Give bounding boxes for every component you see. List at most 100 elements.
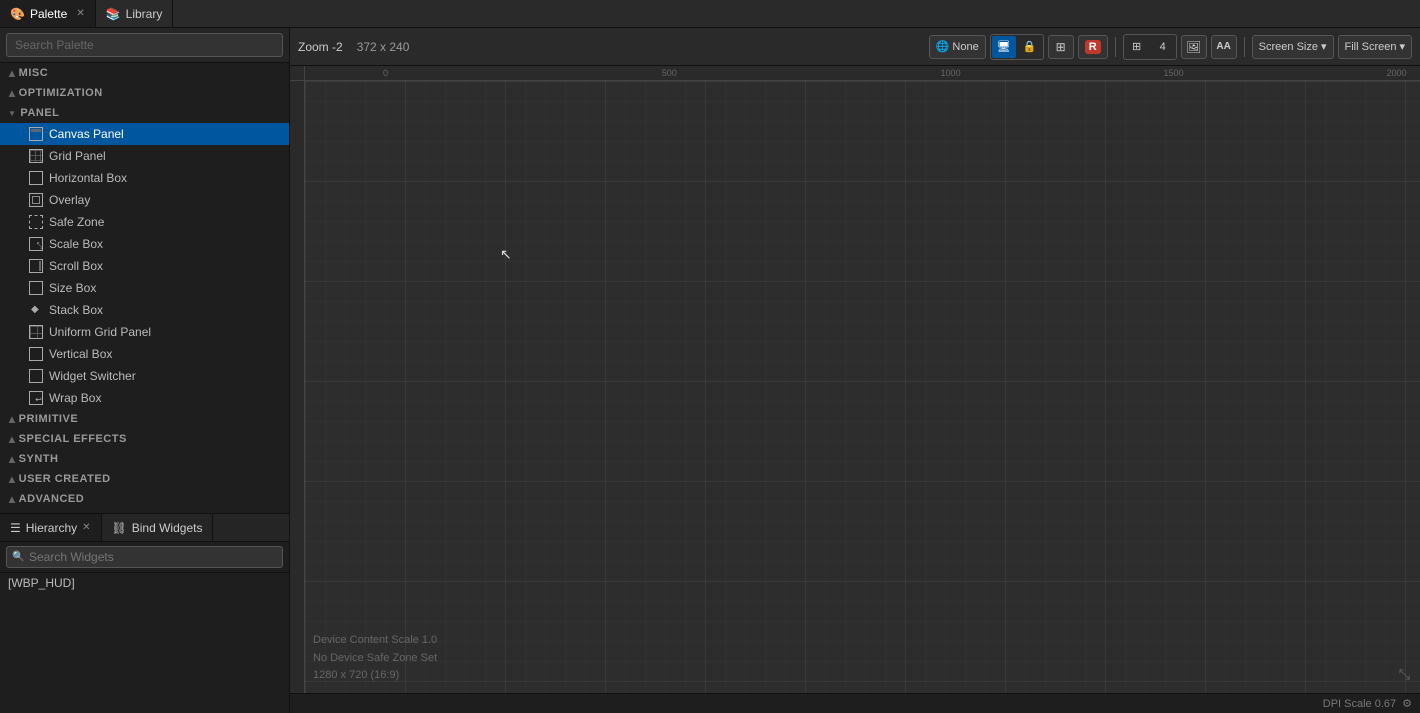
size-box-label: Size Box <box>49 281 96 295</box>
special-effects-arrow: ▶ <box>7 436 16 443</box>
primitive-label: PRIMITIVE <box>19 413 79 425</box>
misc-label: MISC <box>19 67 49 79</box>
hierarchy-item-wbp-hud[interactable]: [WBP_HUD] <box>0 573 289 593</box>
user-created-arrow: ▶ <box>7 476 16 483</box>
sidebar-item-size-box[interactable]: Size Box <box>0 277 289 299</box>
globe-button[interactable]: 🌐 None <box>929 35 986 59</box>
sidebar-item-stack-box[interactable]: Stack Box <box>0 299 289 321</box>
toolbar-sep-1 <box>1115 37 1116 57</box>
optimization-label: OPTIMIZATION <box>19 87 103 99</box>
sidebar-item-uniform-grid-panel[interactable]: Uniform Grid Panel <box>0 321 289 343</box>
canvas-dimensions: 372 x 240 <box>357 40 410 54</box>
search-palette-box <box>0 28 289 63</box>
ruler-h-1500: 1500 <box>1164 68 1184 78</box>
tab-library[interactable]: 📚 Library <box>96 0 174 27</box>
layout-icon-btn[interactable]: ⊞ <box>1048 35 1074 59</box>
settings-icon[interactable]: ⚙ <box>1402 697 1412 710</box>
sidebar-item-vertical-box[interactable]: Vertical Box <box>0 343 289 365</box>
category-optimization[interactable]: ▶ OPTIMIZATION <box>0 83 289 103</box>
palette-tab-close[interactable]: ✕ <box>76 8 84 19</box>
stack-box-label: Stack Box <box>49 303 103 317</box>
hierarchy-icon: ☰ <box>10 521 21 535</box>
tab-hierarchy[interactable]: ☰ Hierarchy ✕ <box>0 514 102 541</box>
bind-widgets-icon: ⛓ <box>112 521 127 535</box>
hierarchy-search-box: 🔍 <box>0 542 289 573</box>
image-icon-btn[interactable]: 🖼 <box>1181 35 1207 59</box>
sidebar-item-scroll-box[interactable]: Scroll Box <box>0 255 289 277</box>
panel-label: PANEL <box>20 107 59 119</box>
library-tab-label: Library <box>126 7 163 21</box>
canvas-resize-handle[interactable]: ⤡ <box>1399 666 1410 683</box>
hierarchy-tab-close[interactable]: ✕ <box>82 522 90 533</box>
scale-box-label: Scale Box <box>49 237 103 251</box>
sidebar-item-scale-box[interactable]: Scale Box <box>0 233 289 255</box>
top-tab-bar: 🎨 Palette ✕ 📚 Library <box>0 0 1420 28</box>
canvas-grid <box>305 81 1420 693</box>
category-misc[interactable]: ▶ MISC <box>0 63 289 83</box>
scrollbox-icon <box>28 258 44 274</box>
palette-tab-icon: 🎨 <box>10 7 25 21</box>
sidebar-item-grid-panel[interactable]: Grid Panel <box>0 145 289 167</box>
lock-btn[interactable]: 🔒 <box>1018 36 1042 58</box>
primitive-arrow: ▶ <box>7 416 16 423</box>
wrapbox-icon <box>28 390 44 406</box>
tab-palette[interactable]: 🎨 Palette ✕ <box>0 0 96 27</box>
category-panel[interactable]: ▼ PANEL <box>0 103 289 123</box>
sidebar-item-wrap-box[interactable]: Wrap Box <box>0 387 289 409</box>
category-synth[interactable]: ▶ SYNTH <box>0 449 289 469</box>
category-primitive[interactable]: ▶ PRIMITIVE <box>0 409 289 429</box>
horizontal-box-label: Horizontal Box <box>49 171 127 185</box>
sidebar-item-safe-zone[interactable]: Safe Zone <box>0 211 289 233</box>
tab-bind-widgets[interactable]: ⛓ Bind Widgets <box>102 514 214 541</box>
stackbox-icon <box>28 302 44 318</box>
scalebox-icon <box>28 236 44 252</box>
grid-panel-label: Grid Panel <box>49 149 106 163</box>
palette-tab-label: Palette <box>30 7 67 21</box>
screen-size-chevron: ▾ <box>1321 40 1327 53</box>
canvas-viewport[interactable]: ↖ Device Content Scale 1.0 No Device Saf… <box>305 81 1420 693</box>
vertical-ruler: 0 500 1000 <box>290 81 305 693</box>
panel-arrow: ▼ <box>8 109 16 118</box>
sidebar-item-widget-switcher[interactable]: Widget Switcher <box>0 365 289 387</box>
fill-screen-dropdown[interactable]: Fill Screen ▾ <box>1338 35 1413 59</box>
category-special-effects[interactable]: ▶ SPECIAL EFFECTS <box>0 429 289 449</box>
desktop-view-btn[interactable]: 🖥 <box>992 36 1016 58</box>
sidebar-scroll-area[interactable]: ▶ MISC ▶ OPTIMIZATION ▼ PANEL Canvas Pan… <box>0 28 289 513</box>
sidebar-item-canvas-panel[interactable]: Canvas Panel <box>0 123 289 145</box>
wbp-hud-label: [WBP_HUD] <box>8 576 75 590</box>
sizebox-icon <box>28 280 44 296</box>
wrap-box-label: Wrap Box <box>49 391 101 405</box>
bind-widgets-label: Bind Widgets <box>132 521 203 535</box>
category-user-created[interactable]: ▶ USER CREATED <box>0 469 289 489</box>
hierarchy-tab-bar: ☰ Hierarchy ✕ ⛓ Bind Widgets <box>0 514 289 542</box>
search-palette-input[interactable] <box>6 33 283 57</box>
r-badge-btn[interactable]: R <box>1078 35 1108 59</box>
screen-size-dropdown[interactable]: Screen Size ▾ <box>1252 35 1334 59</box>
uniform-grid-panel-label: Uniform Grid Panel <box>49 325 151 339</box>
user-created-label: USER CREATED <box>19 473 111 485</box>
safezone-icon <box>28 214 44 230</box>
sidebar-item-overlay[interactable]: Overlay <box>0 189 289 211</box>
canvas-wrapper: 0 500 1000 1500 2000 0 500 1000 ↖ <box>290 66 1420 693</box>
hierarchy-label: Hierarchy <box>26 521 77 535</box>
ruler-v-1000: 1000 <box>290 589 292 609</box>
ruler-v-500: 500 <box>290 375 292 390</box>
grid-toggle-btn[interactable]: ⊞ <box>1125 36 1149 58</box>
screen-size-label: Screen Size <box>1259 41 1318 53</box>
aa-icon: AA <box>1216 41 1230 52</box>
synth-arrow: ▶ <box>7 456 16 463</box>
canvas-panel-icon <box>28 126 44 142</box>
hierarchy-search-wrap: 🔍 <box>6 546 283 568</box>
sidebar-item-horizontal-box[interactable]: Horizontal Box <box>0 167 289 189</box>
hierarchy-search-input[interactable] <box>6 546 283 568</box>
toolbar-sep-2 <box>1244 37 1245 57</box>
ruler-h-2000: 2000 <box>1387 68 1407 78</box>
aa-icon-btn[interactable]: AA <box>1211 35 1237 59</box>
canvas-toolbar: Zoom -2 372 x 240 🌐 None 🖥 🔒 ⊞ R <box>290 28 1420 66</box>
ruler-h-500: 500 <box>662 68 677 78</box>
library-tab-icon: 📚 <box>106 7 121 21</box>
hierarchy-search-icon: 🔍 <box>12 552 24 563</box>
status-bar: DPI Scale 0.67 ⚙ <box>290 693 1420 713</box>
category-advanced[interactable]: ▶ ADVANCED <box>0 489 289 509</box>
optimization-arrow: ▶ <box>7 90 16 97</box>
